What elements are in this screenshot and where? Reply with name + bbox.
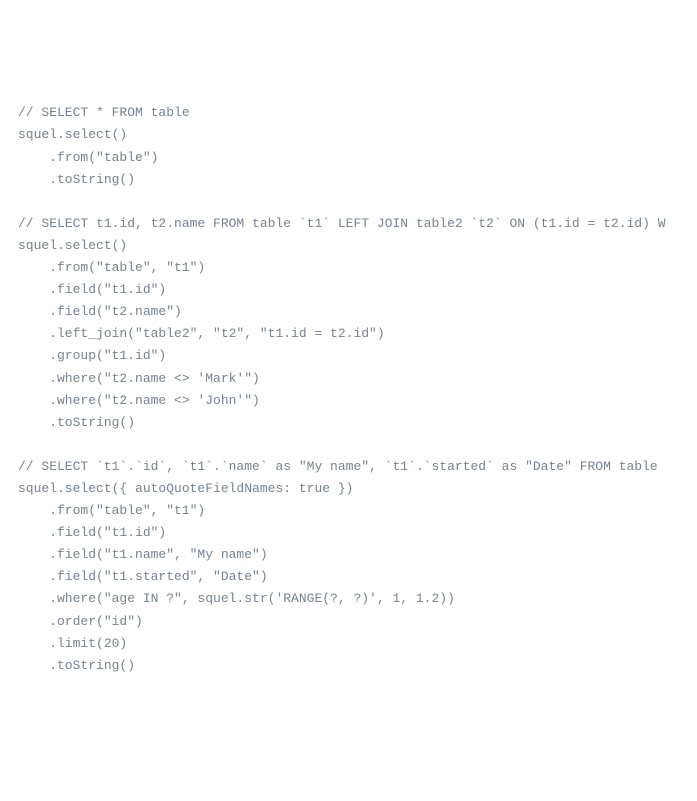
code-line: squel.select({ autoQuoteFieldNames: true… xyxy=(18,478,679,500)
code-line: .limit(20) xyxy=(18,633,679,655)
code-line: .left_join("table2", "t2", "t1.id = t2.i… xyxy=(18,323,679,345)
code-block: // SELECT * FROM tablesquel.select() .fr… xyxy=(18,102,679,676)
code-line: // SELECT t1.id, t2.name FROM table `t1`… xyxy=(18,213,679,235)
code-line: .where("t2.name <> 'Mark'") xyxy=(18,368,679,390)
code-line: // SELECT * FROM table xyxy=(18,102,679,124)
code-line: .from("table") xyxy=(18,147,679,169)
code-line: .group("t1.id") xyxy=(18,345,679,367)
code-line xyxy=(18,191,679,213)
code-line: .order("id") xyxy=(18,611,679,633)
code-line: squel.select() xyxy=(18,235,679,257)
code-line: .toString() xyxy=(18,169,679,191)
code-line: .toString() xyxy=(18,412,679,434)
code-line: // SELECT `t1`.`id`, `t1`.`name` as "My … xyxy=(18,456,679,478)
code-line: .where("age IN ?", squel.str('RANGE(?, ?… xyxy=(18,588,679,610)
code-line: .field("t1.id") xyxy=(18,522,679,544)
code-line: .field("t1.id") xyxy=(18,279,679,301)
code-line: squel.select() xyxy=(18,124,679,146)
code-line xyxy=(18,434,679,456)
code-line: .from("table", "t1") xyxy=(18,500,679,522)
code-line: .from("table", "t1") xyxy=(18,257,679,279)
code-line: .field("t2.name") xyxy=(18,301,679,323)
code-line: .toString() xyxy=(18,655,679,677)
code-line: .where("t2.name <> 'John'") xyxy=(18,390,679,412)
code-line: .field("t1.name", "My name") xyxy=(18,544,679,566)
